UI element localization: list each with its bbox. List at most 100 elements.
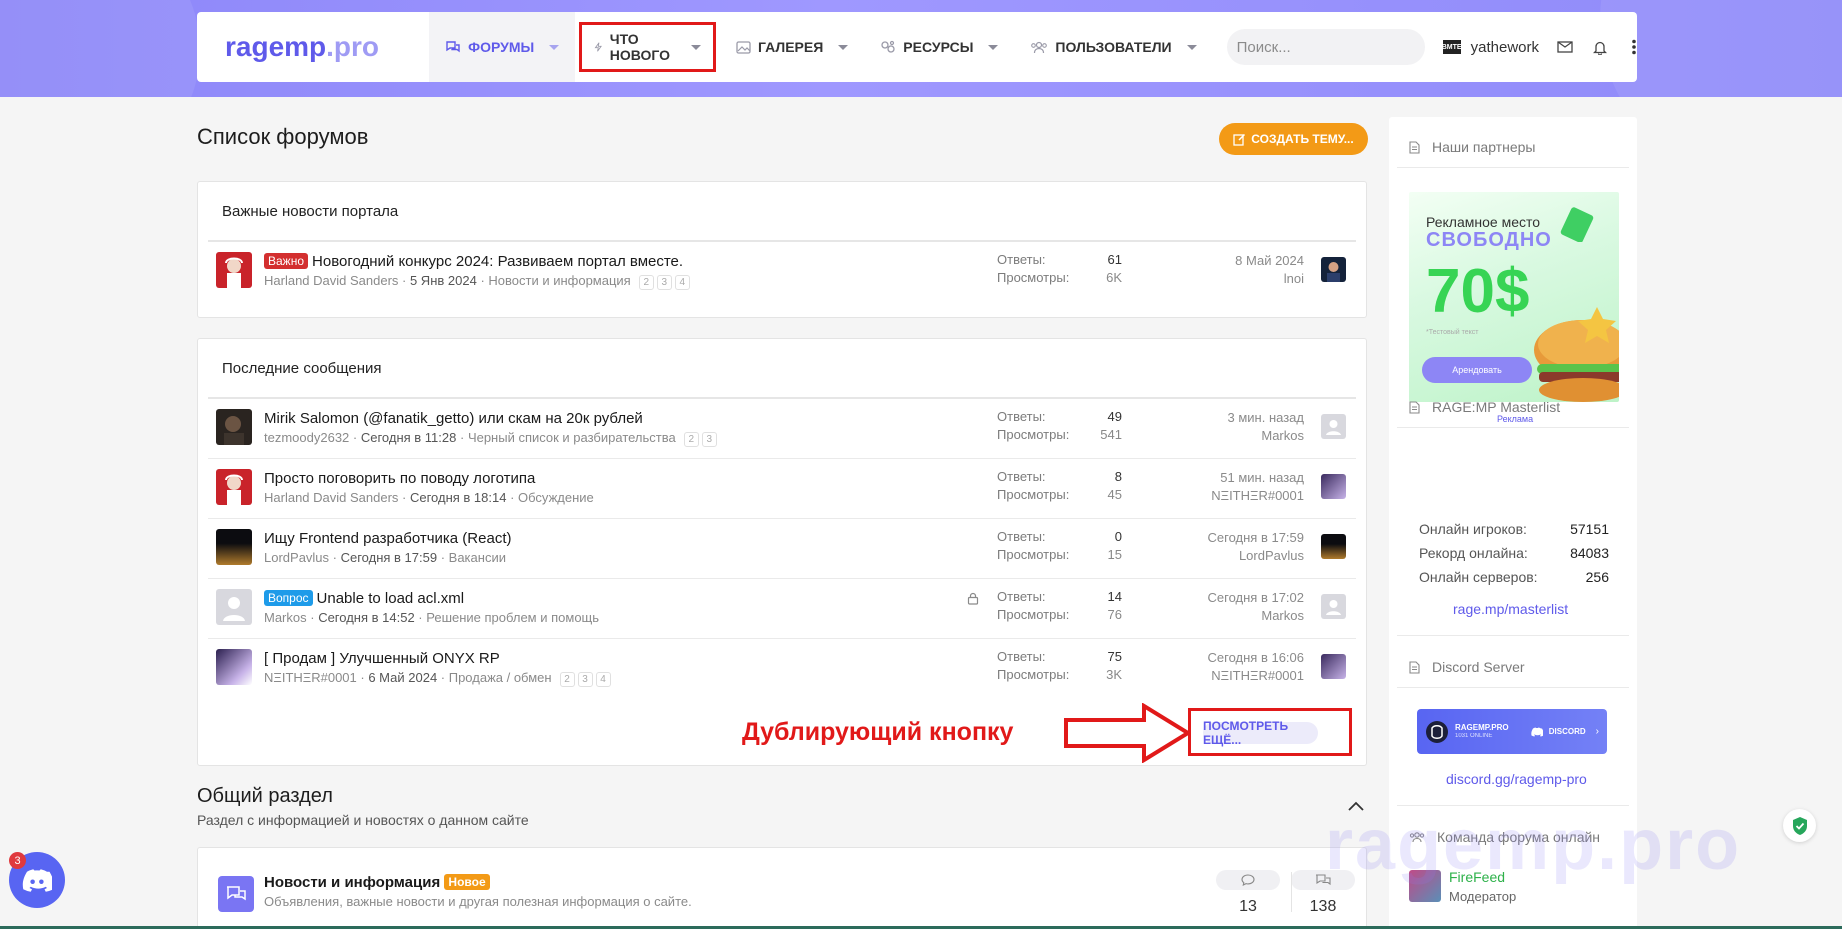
users-icon — [1031, 41, 1048, 54]
more-vertical-icon[interactable] — [1631, 39, 1637, 55]
page-link[interactable]: 2 — [638, 275, 654, 290]
thread-author[interactable]: Harland David Sanders — [264, 490, 398, 505]
thread-row[interactable]: Просто поговорить по поводу логотипа Har… — [208, 459, 1356, 519]
last-post-date[interactable]: Сегодня в 17:02 — [1208, 589, 1304, 607]
thread-forum[interactable]: Вакансии — [449, 550, 506, 565]
page-link[interactable]: 2 — [683, 432, 699, 447]
thread-title[interactable]: Unable to load acl.xml — [317, 590, 465, 607]
last-poster-avatar[interactable] — [1321, 594, 1346, 619]
thread-stats: Ответы: 14 Просмотры: 76 — [997, 589, 1122, 625]
thread-title[interactable]: [ Продам ] Улучшенный ONYX RP — [264, 650, 500, 667]
last-poster-avatar[interactable] — [1321, 474, 1346, 499]
author-avatar[interactable] — [216, 252, 252, 288]
thread-date[interactable]: Сегодня в 18:14 — [410, 490, 506, 505]
bell-icon[interactable] — [1593, 40, 1607, 55]
last-poster-avatar[interactable] — [1321, 534, 1346, 559]
thread-forum[interactable]: Продажа / обмен — [449, 670, 552, 685]
thread-forum[interactable]: Обсуждение — [518, 490, 594, 505]
chevron-down-icon[interactable] — [691, 44, 702, 50]
forum-row[interactable]: Новости и информация Новое Объявления, в… — [197, 847, 1367, 929]
page-link[interactable]: 2 — [559, 672, 575, 687]
nav-forums[interactable]: ФОРУМЫ — [429, 12, 576, 82]
nav-gallery[interactable]: ГАЛЕРЕЯ — [720, 12, 864, 82]
page-link[interactable]: 3 — [656, 275, 672, 290]
thread-forum[interactable]: Черный список и разбирательства — [468, 430, 676, 445]
search-input[interactable] — [1236, 38, 1436, 56]
thread-author[interactable]: tezmoody2632 — [264, 430, 349, 445]
thread-author[interactable]: Harland David Sanders — [264, 273, 398, 288]
last-post-user[interactable]: lnoi — [1235, 270, 1304, 288]
last-post-date[interactable]: Сегодня в 17:59 — [1208, 529, 1304, 547]
page-link[interactable]: 4 — [595, 672, 611, 687]
page-link[interactable]: 3 — [701, 432, 717, 447]
discord-float-button[interactable]: 3 — [9, 852, 65, 908]
new-badge: Новое — [444, 874, 490, 890]
nav-resources[interactable]: РЕСУРСЫ — [864, 12, 1014, 82]
last-post-user[interactable]: Markos — [1208, 607, 1304, 625]
advertisement-banner[interactable]: Рекламное место СВОБОДНО 70$ *Тестовый т… — [1409, 192, 1619, 402]
thread-title[interactable]: Ищу Frontend разработчика (React) — [264, 530, 512, 547]
thread-date[interactable]: Сегодня в 11:28 — [361, 430, 457, 445]
ad-rent-button[interactable]: Арендовать — [1422, 357, 1532, 383]
security-shield-button[interactable] — [1783, 809, 1816, 842]
author-avatar[interactable] — [216, 589, 252, 625]
last-post-user[interactable]: NΞITHΞR#0001 — [1211, 487, 1304, 505]
view-more-button[interactable]: ПОСМОТРЕТЬ ЕЩЁ... — [1203, 719, 1318, 747]
create-thread-button[interactable]: СОЗДАТЬ ТЕМУ... — [1219, 123, 1368, 155]
site-logo[interactable]: ragemp.pro — [197, 31, 429, 63]
thread-row[interactable]: Mirik Salomon (@fanatik_getto) или скам … — [208, 399, 1356, 459]
last-post-user[interactable]: NΞITHΞR#0001 — [1208, 667, 1304, 685]
last-post-user[interactable]: LordPavlus — [1208, 547, 1304, 565]
author-avatar[interactable] — [216, 529, 252, 565]
last-post-date[interactable]: 51 мин. назад — [1211, 469, 1304, 487]
discord-server-banner[interactable]: RAGEMP.PRO 1031 ONLINE DISCORD › — [1417, 709, 1607, 754]
section-title[interactable]: Общий раздел — [197, 785, 333, 808]
last-poster-avatar[interactable] — [1321, 654, 1346, 679]
thread-author[interactable]: NΞITHΞR#0001 — [264, 670, 357, 685]
discord-icon — [22, 868, 52, 892]
last-poster-avatar[interactable] — [1321, 257, 1346, 282]
nav-forums-label: ФОРУМЫ — [468, 39, 535, 55]
page-link[interactable]: 3 — [577, 672, 593, 687]
page-link[interactable]: 4 — [674, 275, 690, 290]
thread-date[interactable]: Сегодня в 17:59 — [341, 550, 437, 565]
thread-row[interactable]: [ Продам ] Улучшенный ONYX RP NΞITHΞR#00… — [208, 639, 1356, 699]
search-box[interactable] — [1226, 29, 1436, 65]
chevron-down-icon[interactable] — [1186, 44, 1197, 50]
thread-author[interactable]: Markos — [264, 610, 307, 625]
author-avatar[interactable] — [216, 649, 252, 685]
nav-users[interactable]: ПОЛЬЗОВАТЕЛИ — [1014, 12, 1212, 82]
masterlist-link[interactable]: rage.mp/masterlist — [1453, 601, 1568, 617]
envelope-icon[interactable] — [1557, 41, 1573, 53]
replies-label: Ответы: — [997, 529, 1046, 544]
username-link[interactable]: yathework — [1471, 39, 1539, 56]
chevron-down-icon[interactable] — [549, 44, 560, 50]
user-avatar[interactable]: BMTE — [1442, 40, 1462, 54]
last-post-user[interactable]: Markos — [1228, 427, 1304, 445]
last-post-date[interactable]: 8 Май 2024 — [1235, 252, 1304, 270]
forums-icon — [446, 41, 460, 53]
thread-row[interactable]: Важно Новогодний конкурс 2024: Развиваем … — [208, 242, 1356, 302]
last-poster-avatar[interactable] — [1321, 414, 1346, 439]
nav-whats-new[interactable]: ЧТО НОВОГО — [579, 22, 717, 72]
thread-title[interactable]: Mirik Salomon (@fanatik_getto) или скам … — [264, 410, 643, 427]
thread-title[interactable]: Новогодний конкурс 2024: Развиваем порта… — [312, 253, 683, 270]
chevron-down-icon[interactable] — [988, 44, 999, 50]
last-post-date[interactable]: 3 мин. назад — [1228, 409, 1304, 427]
thread-forum[interactable]: Решение проблем и помощь — [426, 610, 599, 625]
author-avatar[interactable] — [216, 469, 252, 505]
thread-author[interactable]: LordPavlus — [264, 550, 329, 565]
thread-title[interactable]: Просто поговорить по поводу логотипа — [264, 470, 535, 487]
thread-date[interactable]: 5 Янв 2024 — [410, 273, 477, 288]
thread-row[interactable]: Ищу Frontend разработчика (React) LordPa… — [208, 519, 1356, 579]
thread-row[interactable]: Вопрос Unable to load acl.xml Markos · Се… — [208, 579, 1356, 639]
chevron-down-icon[interactable] — [838, 44, 849, 50]
thread-date[interactable]: 6 Май 2024 — [368, 670, 437, 685]
annotation-arrow-icon — [1064, 703, 1191, 763]
last-post-date[interactable]: Сегодня в 16:06 — [1208, 649, 1304, 667]
forum-title[interactable]: Новости и информация — [264, 874, 440, 891]
thread-forum[interactable]: Новости и информация — [488, 273, 630, 288]
author-avatar[interactable] — [216, 409, 252, 445]
thread-date[interactable]: Сегодня в 14:52 — [318, 610, 414, 625]
discord-invite-link[interactable]: discord.gg/ragemp-pro — [1446, 771, 1587, 787]
